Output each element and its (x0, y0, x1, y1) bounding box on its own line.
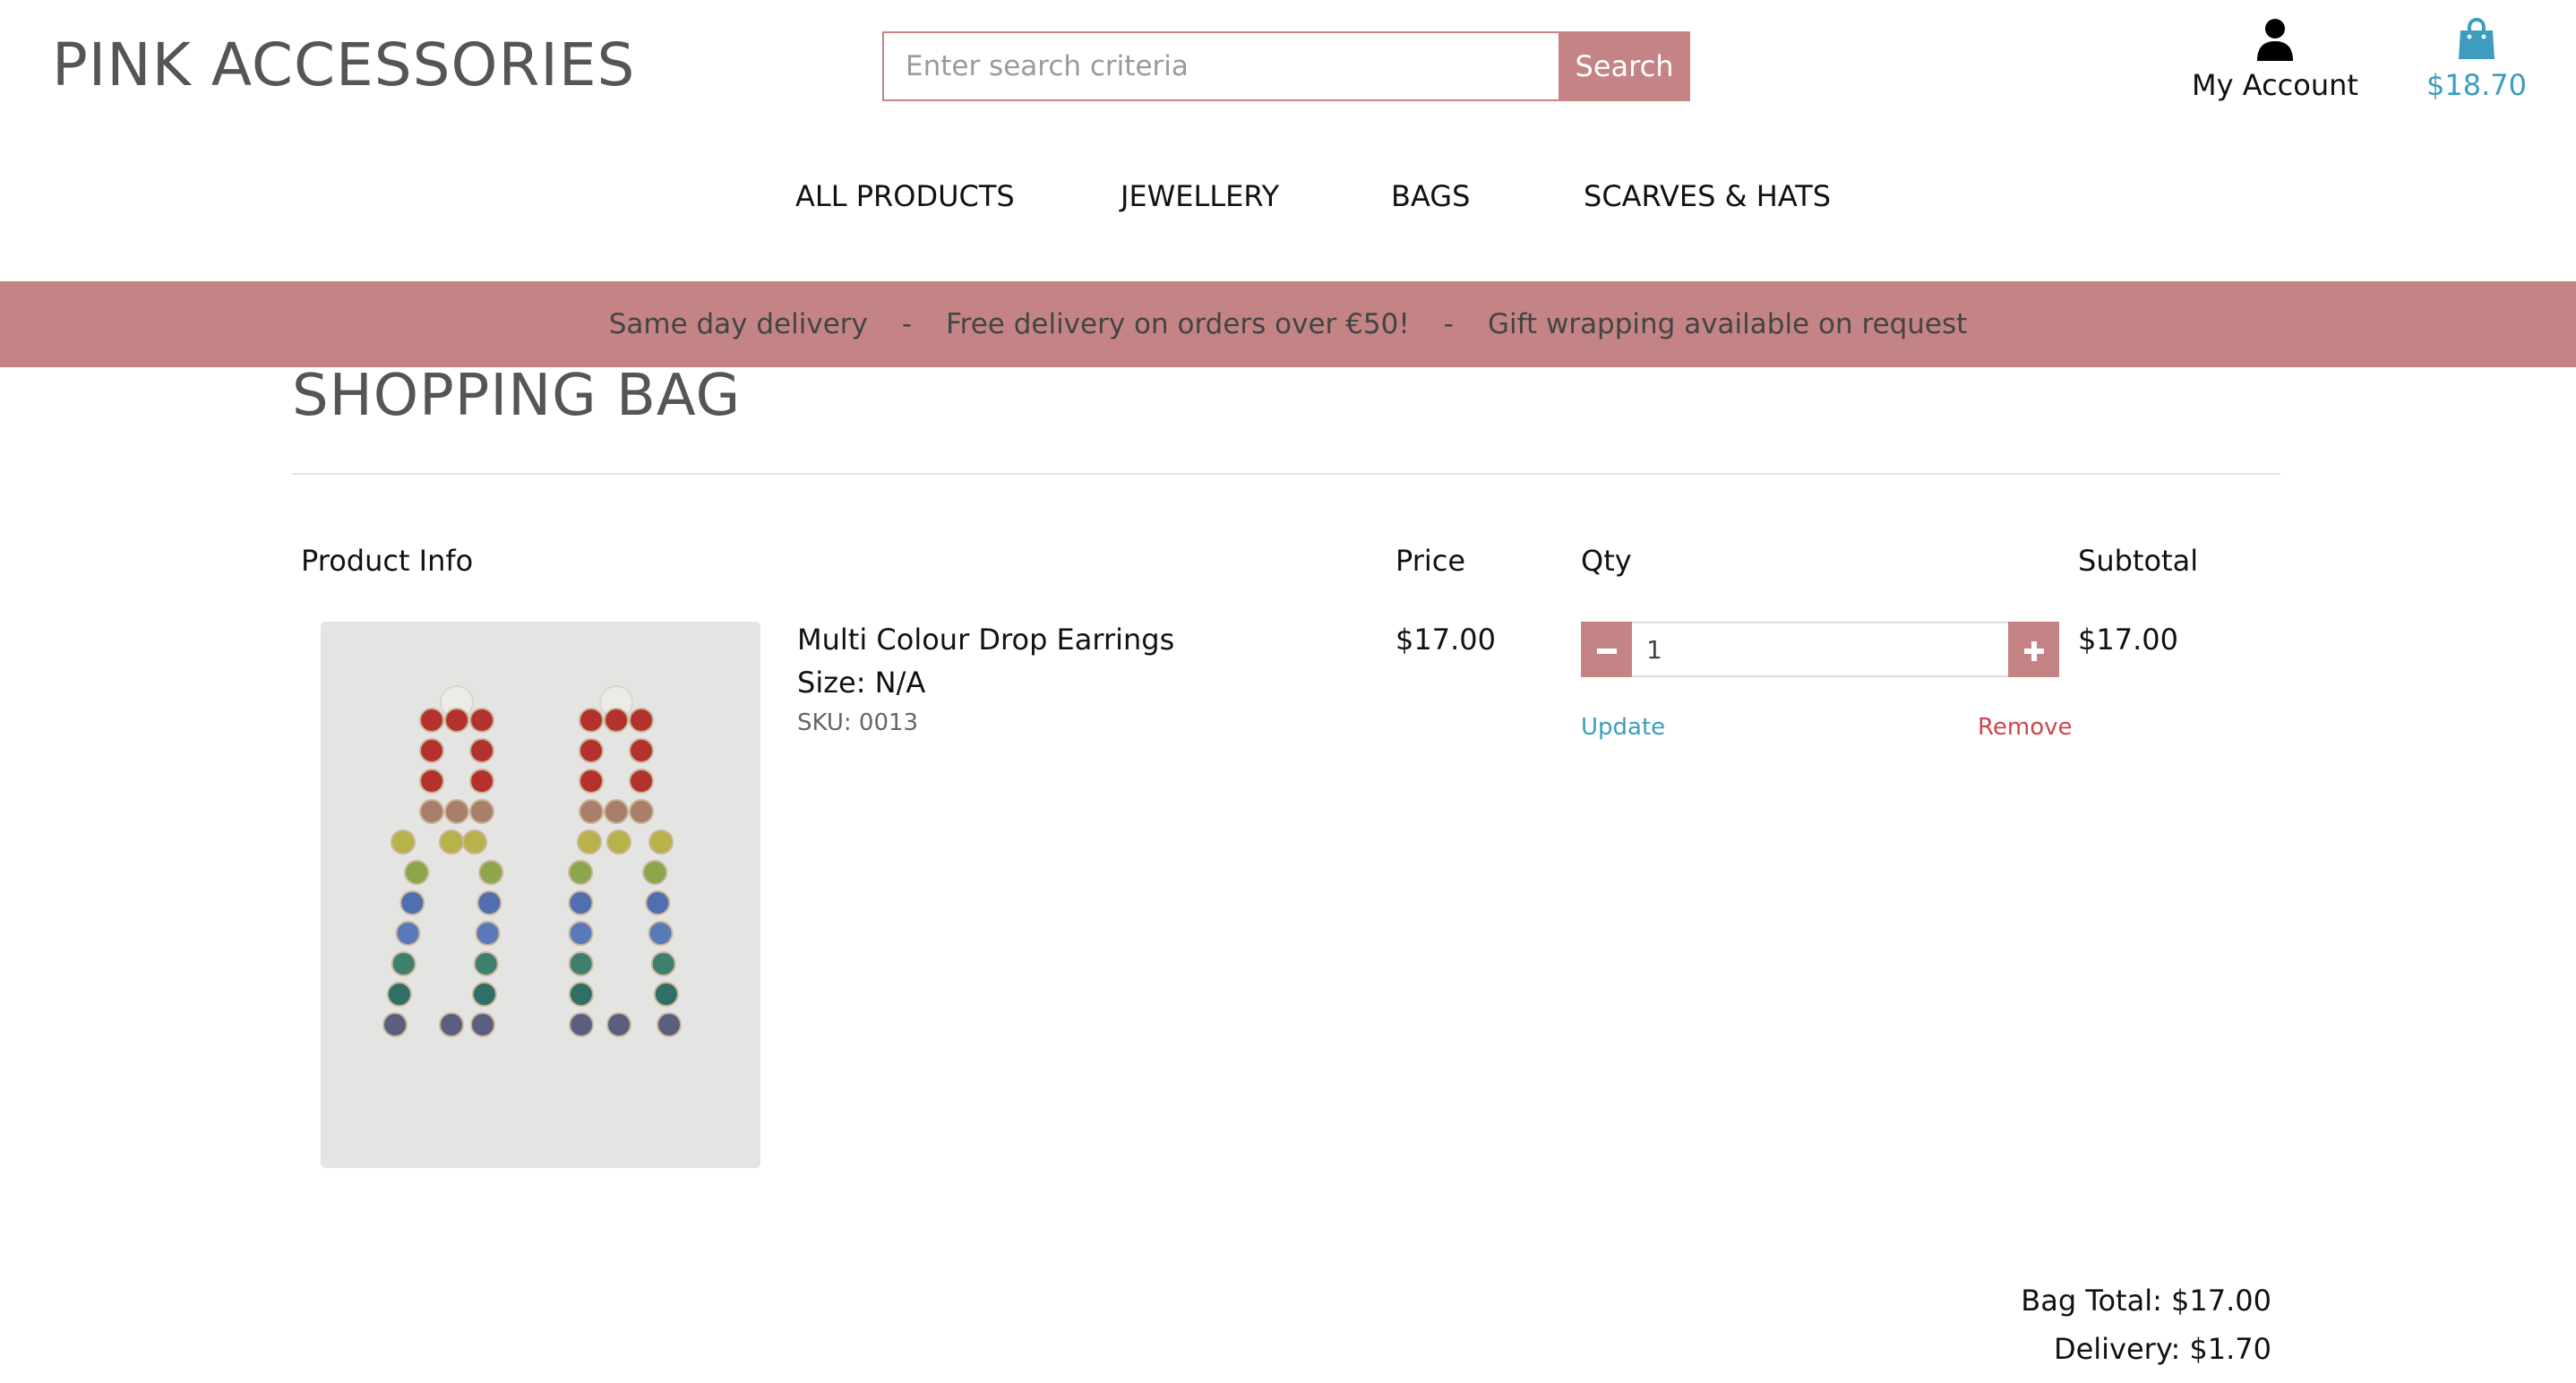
search-input[interactable] (882, 31, 1558, 101)
rhinestone (629, 708, 654, 733)
rhinestone (382, 1012, 408, 1037)
column-header-price: Price (1395, 544, 1466, 578)
bag-summary: Bag Total: $17.00 Delivery: $1.70 (2021, 1276, 2271, 1373)
rhinestone (444, 708, 469, 733)
product-image (321, 622, 760, 1168)
plus-icon (2023, 641, 2044, 661)
main-nav: ALL PRODUCTS JEWELLERY BAGS SCARVES & HA… (0, 170, 2576, 233)
earrings-photo (321, 622, 760, 1168)
update-link[interactable]: Update (1581, 714, 1665, 741)
rhinestone (629, 769, 654, 794)
banner-separator: - (901, 308, 913, 340)
rhinestone (469, 708, 494, 733)
rhinestone (419, 769, 444, 794)
banner-message: Same day delivery (608, 308, 868, 340)
rhinestone (419, 799, 444, 824)
rhinestone (478, 860, 504, 885)
rhinestone (629, 738, 654, 763)
nav-all-products[interactable]: ALL PRODUCTS (795, 179, 1015, 213)
rhinestone (399, 890, 425, 915)
promo-banner: Same day delivery - Free delivery on ord… (0, 281, 2576, 367)
rhinestone (475, 921, 501, 946)
product-name[interactable]: Multi Colour Drop Earrings (797, 623, 1174, 657)
rhinestone (606, 1012, 631, 1037)
rhinestone (471, 982, 497, 1007)
banner-message: Gift wrapping available on request (1487, 308, 1968, 340)
rhinestone (469, 738, 494, 763)
rhinestone (657, 1012, 682, 1037)
quantity-stepper (1581, 622, 2059, 677)
rhinestone (470, 1012, 495, 1037)
product-size: Size: N/A (797, 666, 926, 700)
rhinestone (419, 738, 444, 763)
product-sku: SKU: 0013 (797, 709, 919, 736)
rhinestone (569, 1012, 594, 1037)
rhinestone (642, 860, 668, 885)
product-price: $17.00 (1395, 623, 1496, 657)
nav-scarves-hats[interactable]: SCARVES & HATS (1584, 179, 1831, 213)
rhinestone (579, 738, 604, 763)
rhinestone (650, 951, 676, 976)
quantity-input[interactable] (1632, 622, 2008, 677)
brand-logo[interactable]: PINK ACCESSORIES (52, 27, 635, 104)
rhinestone (653, 982, 679, 1007)
remove-link[interactable]: Remove (1978, 714, 2073, 741)
column-header-product: Product Info (301, 544, 474, 578)
rhinestone (648, 829, 674, 855)
rhinestone (629, 799, 654, 824)
delivery-line: Delivery: $1.70 (2053, 1332, 2271, 1366)
page-title: SHOPPING BAG (292, 363, 742, 429)
site-header: PINK ACCESSORIES Search My Account $18.7… (0, 0, 2576, 281)
search-button[interactable]: Search (1558, 31, 1690, 101)
minus-icon (1596, 649, 1617, 654)
my-account-label: My Account (2192, 68, 2358, 102)
rhinestone (386, 982, 412, 1007)
rhinestone (606, 829, 631, 855)
rhinestone (579, 769, 604, 794)
rhinestone (419, 708, 444, 733)
rhinestone (568, 890, 594, 915)
rhinestone (469, 769, 494, 794)
nav-jewellery[interactable]: JEWELLERY (1121, 179, 1279, 213)
user-icon (2257, 19, 2293, 61)
shopping-bag-link[interactable]: $18.70 (2409, 18, 2544, 102)
rhinestone (404, 860, 430, 885)
rhinestone (439, 1012, 464, 1037)
shopping-bag-icon (2459, 18, 2494, 59)
rhinestone (568, 860, 594, 885)
rhinestone (568, 982, 594, 1007)
rhinestone (444, 799, 469, 824)
rhinestone (462, 829, 487, 855)
rhinestone (579, 708, 604, 733)
rhinestone (568, 921, 594, 946)
rhinestone (577, 829, 602, 855)
rhinestone (645, 890, 671, 915)
rhinestone (604, 708, 629, 733)
rhinestone (395, 921, 421, 946)
column-header-qty: Qty (1581, 544, 1632, 578)
banner-separator: - (1443, 308, 1454, 340)
rhinestone (604, 799, 629, 824)
rhinestone (473, 951, 499, 976)
rhinestone (648, 921, 674, 946)
increment-button[interactable] (2008, 622, 2059, 677)
nav-bags[interactable]: BAGS (1391, 179, 1470, 213)
bag-total-line: Bag Total: $17.00 (2021, 1284, 2271, 1318)
rhinestone (469, 799, 494, 824)
bag-total-amount: $18.70 (2426, 68, 2527, 102)
rhinestone (391, 829, 416, 855)
rhinestone (391, 951, 416, 976)
column-header-subtotal: Subtotal (2078, 544, 2199, 578)
banner-message: Free delivery on orders over €50! (946, 308, 1410, 340)
search-form: Search (882, 31, 1690, 101)
my-account-link[interactable]: My Account (2185, 18, 2365, 102)
item-subtotal: $17.00 (2078, 623, 2178, 657)
decrement-button[interactable] (1581, 622, 1632, 677)
rhinestone (439, 829, 464, 855)
rhinestone (477, 890, 502, 915)
divider (292, 473, 2280, 475)
rhinestone (568, 951, 594, 976)
rhinestone (579, 799, 604, 824)
